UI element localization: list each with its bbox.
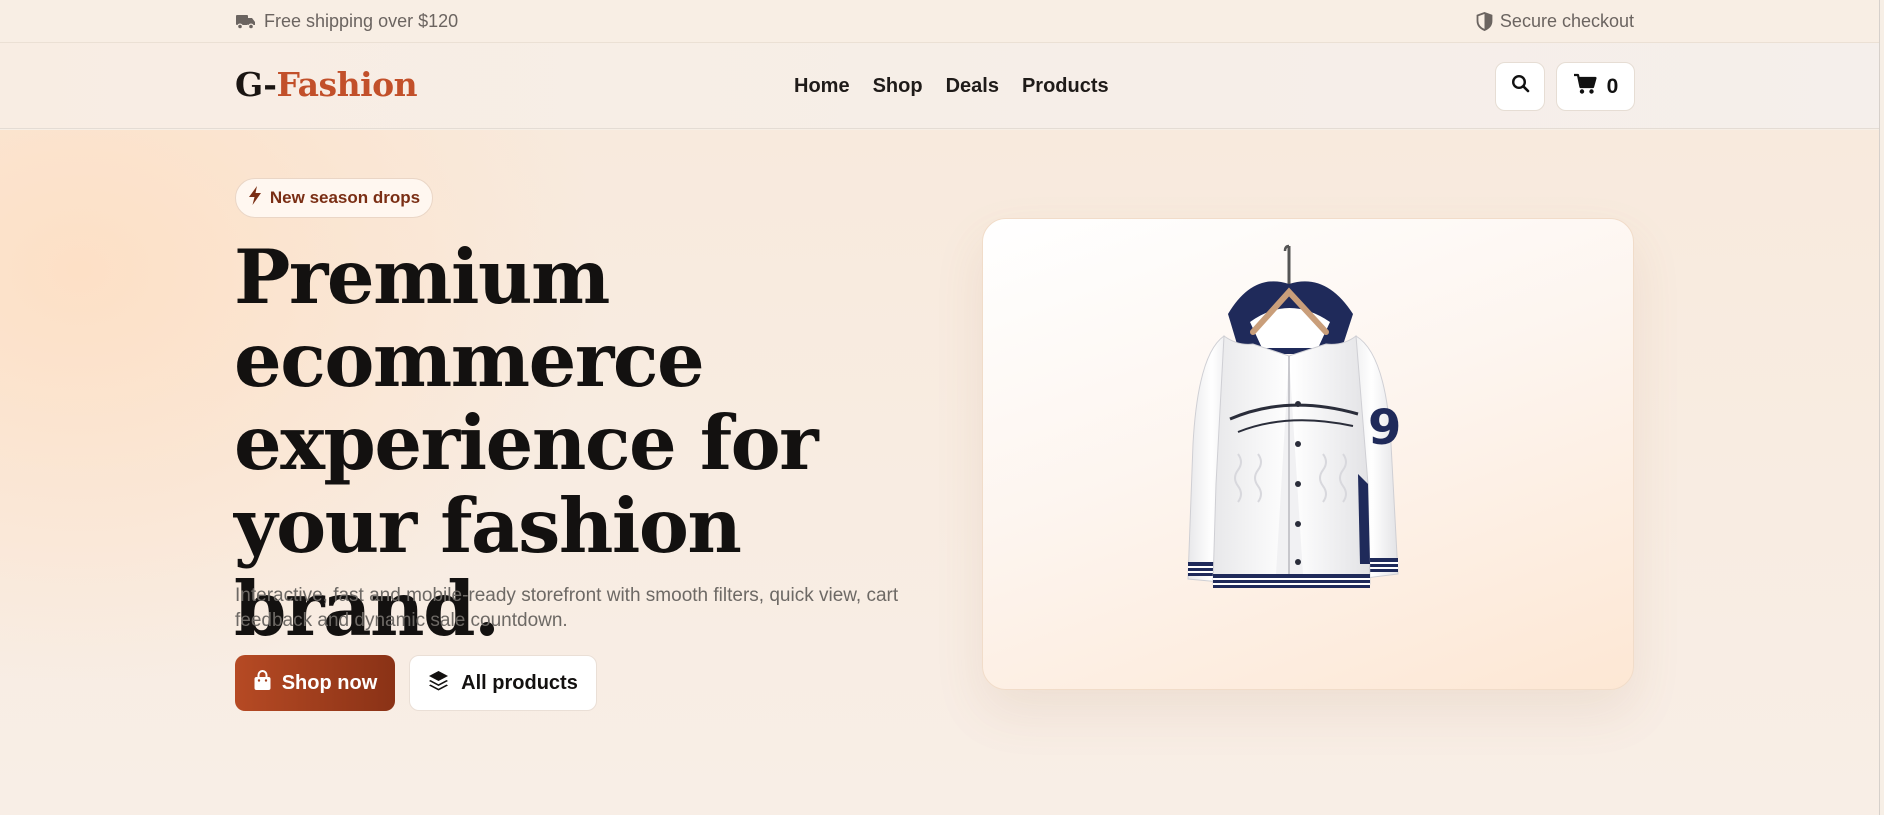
search-button[interactable] bbox=[1495, 62, 1545, 111]
layers-icon bbox=[428, 670, 449, 697]
new-season-badge: New season drops bbox=[235, 178, 433, 218]
nav-item-products[interactable]: Products bbox=[1022, 75, 1109, 98]
nav-item-home[interactable]: Home bbox=[794, 75, 850, 98]
secure-notice: Secure checkout bbox=[1476, 11, 1634, 32]
all-products-label: All products bbox=[461, 671, 578, 694]
search-icon bbox=[1511, 74, 1530, 99]
nav-item-deals[interactable]: Deals bbox=[946, 75, 999, 98]
svg-text:9: 9 bbox=[1368, 400, 1401, 456]
nav-item-shop[interactable]: Shop bbox=[873, 75, 923, 98]
shopping-bag-icon bbox=[253, 669, 272, 697]
secure-text: Secure checkout bbox=[1499, 10, 1634, 31]
brand-logo[interactable]: G-Fashion bbox=[235, 65, 418, 104]
hero-subtitle: Interactive, fast and mobile-ready store… bbox=[235, 585, 899, 631]
announcement-bar: Free shipping over $120 Secure checkout bbox=[0, 0, 1880, 43]
cart-count: 0 bbox=[1606, 74, 1619, 98]
cart-button[interactable]: 0 bbox=[1556, 62, 1635, 111]
all-products-button[interactable]: All products bbox=[409, 655, 597, 711]
cart-icon bbox=[1573, 73, 1597, 101]
hero-product-card[interactable]: 9 bbox=[982, 218, 1634, 690]
page-edge-divider bbox=[1879, 0, 1880, 815]
site-header: G-Fashion Home Shop Deals Products 0 bbox=[0, 43, 1880, 129]
shipping-text: Free shipping over $120 bbox=[264, 10, 459, 31]
logo-prefix: G- bbox=[235, 65, 277, 104]
shield-icon bbox=[1476, 11, 1493, 31]
shop-now-button[interactable]: Shop now bbox=[235, 655, 395, 711]
main-nav: Home Shop Deals Products bbox=[794, 43, 1109, 129]
shipping-notice: Free shipping over $120 bbox=[235, 11, 458, 32]
bolt-icon bbox=[248, 186, 262, 210]
truck-icon bbox=[235, 13, 257, 30]
logo-name: Fashion bbox=[276, 65, 418, 104]
badge-text: New season drops bbox=[269, 188, 421, 207]
shop-now-label: Shop now bbox=[281, 671, 378, 694]
jacket-product-image: 9 bbox=[1187, 244, 1401, 588]
